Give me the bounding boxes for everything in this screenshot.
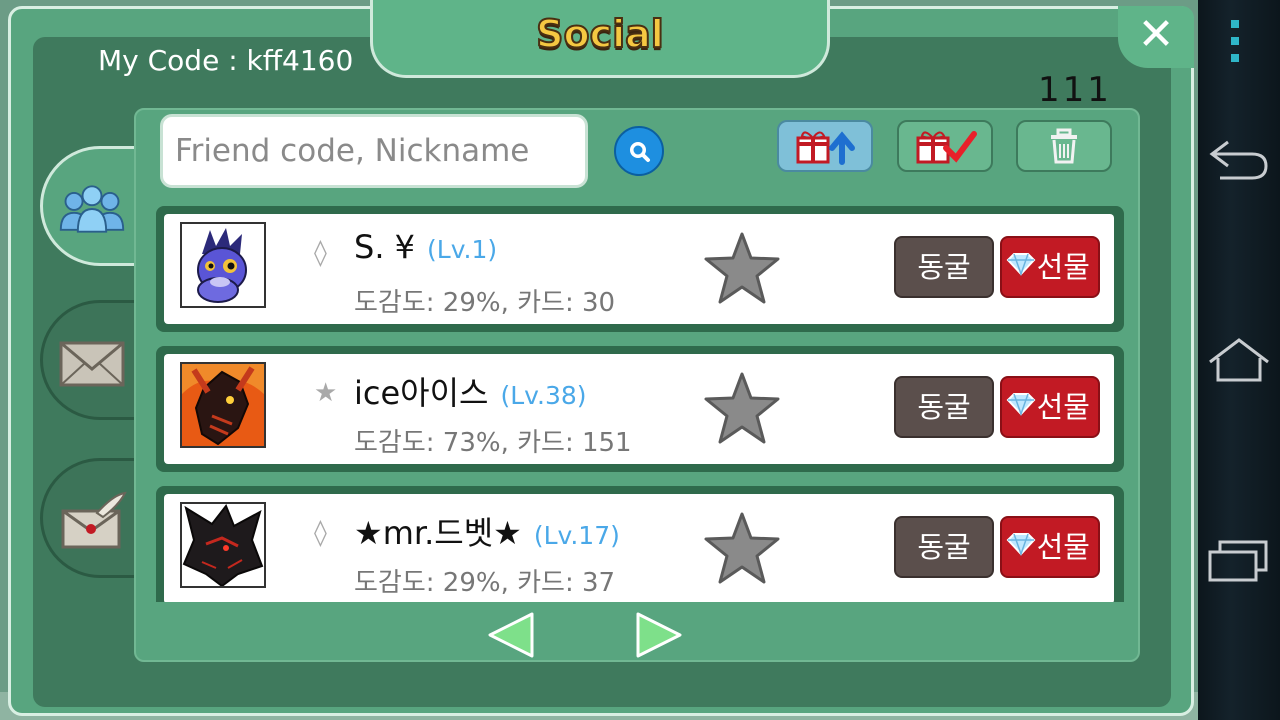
recents-icon[interactable] (1206, 536, 1270, 584)
gift-button[interactable]: 선물 (1000, 516, 1100, 578)
avatar[interactable] (180, 222, 266, 308)
home-icon[interactable] (1206, 336, 1272, 384)
friend-level: (Lv.1) (427, 235, 498, 264)
search-input[interactable] (160, 114, 588, 188)
friend-name: ★mr.드벳★ (Lv.17) (354, 508, 620, 554)
favorite-star-icon[interactable] (702, 510, 782, 586)
friend-level: (Lv.38) (500, 381, 587, 410)
friend-list: ◊ S. ¥ (Lv.1) 도감도: 29%, 카드: 30 동굴 선물 ★ i… (156, 206, 1124, 602)
search-button[interactable] (614, 126, 664, 176)
android-nav-bar (1198, 0, 1280, 720)
favorite-star-icon[interactable] (702, 230, 782, 306)
cave-button[interactable]: 동굴 (894, 236, 994, 298)
trash-icon (1051, 128, 1077, 164)
arrow-right-icon[interactable] (634, 610, 684, 660)
back-icon[interactable] (1208, 136, 1270, 182)
favorite-star-icon[interactable] (702, 370, 782, 446)
list-item: ◊ S. ¥ (Lv.1) 도감도: 29%, 카드: 30 동굴 선물 (156, 206, 1124, 332)
game-stage: Social My Code : kff4160 ✕ 111 Friend co… (0, 0, 1198, 720)
friend-level: (Lv.17) (533, 521, 620, 550)
friend-stats: 도감도: 29%, 카드: 30 (354, 288, 616, 318)
gift-send-button[interactable] (777, 120, 873, 172)
overflow-menu-icon[interactable] (1228, 18, 1242, 64)
gift-check-button[interactable] (897, 120, 993, 172)
friend-card: ★ ice아이스 (Lv.38) 도감도: 73%, 카드: 151 동굴 선물 (164, 354, 1114, 464)
close-button[interactable]: ✕ (1118, 6, 1194, 68)
cave-button[interactable]: 동굴 (894, 376, 994, 438)
mail-icon (57, 333, 127, 393)
page-title: Social (535, 11, 665, 57)
list-item: ★ ice아이스 (Lv.38) 도감도: 73%, 카드: 151 동굴 선물 (156, 346, 1124, 472)
friend-name: S. ¥ (Lv.1) (354, 228, 497, 266)
arrow-left-icon[interactable] (486, 610, 536, 660)
title-tab: Social (370, 0, 830, 78)
friend-stats: 도감도: 29%, 카드: 37 (354, 568, 616, 598)
letter-feather-icon (57, 491, 127, 551)
friend-badge: ◊ (314, 518, 327, 548)
gift-upload-icon (796, 131, 855, 165)
friend-badge: ★ (314, 378, 338, 408)
list-item: ◊ ★mr.드벳★ (Lv.17) 도감도: 29%, 카드: 37 동굴 선물 (156, 486, 1124, 602)
search-icon (630, 142, 650, 162)
gift-button[interactable]: 선물 (1000, 376, 1100, 438)
my-code-label: My Code : kff4160 (98, 44, 354, 77)
friend-stats: 도감도: 73%, 카드: 151 (354, 428, 632, 458)
avatar[interactable] (180, 502, 266, 588)
friends-icon (57, 179, 127, 239)
friend-nickname: S. ¥ (354, 228, 416, 266)
gift-label: 선물 (1036, 390, 1090, 424)
gift-check-icon (916, 131, 977, 164)
gift-label: 선물 (1036, 530, 1090, 564)
friend-badge: ◊ (314, 238, 327, 268)
diamond-icon (1006, 533, 1036, 556)
delete-button[interactable] (1016, 120, 1112, 172)
friend-nickname: ★mr.드벳★ (354, 514, 522, 552)
friend-card: ◊ ★mr.드벳★ (Lv.17) 도감도: 29%, 카드: 37 동굴 선물 (164, 494, 1114, 602)
close-icon: ✕ (1137, 9, 1175, 60)
counter-value: 111 (1038, 70, 1112, 110)
cave-button[interactable]: 동굴 (894, 516, 994, 578)
friend-nickname: ice아이스 (354, 374, 489, 412)
diamond-icon (1006, 393, 1036, 416)
gift-button[interactable]: 선물 (1000, 236, 1100, 298)
gift-label: 선물 (1036, 250, 1090, 284)
diamond-icon (1006, 253, 1036, 276)
friend-name: ice아이스 (Lv.38) (354, 368, 587, 414)
friend-card: ◊ S. ¥ (Lv.1) 도감도: 29%, 카드: 30 동굴 선물 (164, 214, 1114, 324)
avatar[interactable] (180, 362, 266, 448)
